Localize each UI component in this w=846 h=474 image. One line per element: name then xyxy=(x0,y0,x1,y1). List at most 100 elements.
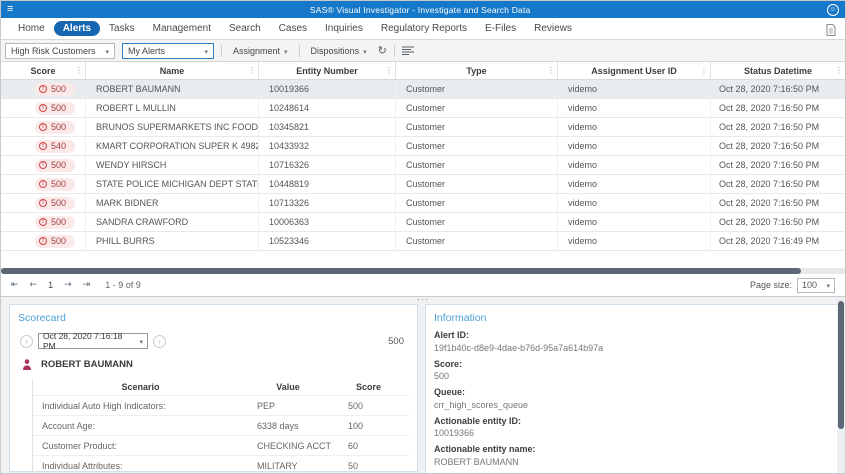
score-badge: 500 xyxy=(34,196,75,210)
column-header-score[interactable]: Score xyxy=(1,62,86,79)
information-title: Information xyxy=(434,312,487,324)
table-row[interactable]: 500 BRUNOS SUPERMARKETS INC FOOD WORLD 3… xyxy=(1,118,845,137)
divider xyxy=(393,44,395,57)
vertical-scrollbar[interactable] xyxy=(837,297,845,473)
chevron-down-icon xyxy=(359,46,367,56)
user-avatar-icon[interactable] xyxy=(827,3,839,16)
scorecard-col-value: Value xyxy=(276,382,300,392)
score-badge: 500 xyxy=(34,101,75,115)
scorecard-next-button[interactable] xyxy=(153,334,166,348)
view-select[interactable]: My Alerts xyxy=(122,42,214,59)
column-header-type[interactable]: Type xyxy=(396,62,558,79)
score-badge: 500 xyxy=(34,120,75,134)
queue-select[interactable]: High Risk Customers xyxy=(5,42,115,59)
tab-search[interactable]: Search xyxy=(220,21,270,36)
scorecard-prev-button[interactable] xyxy=(20,334,33,348)
tab-e-files[interactable]: E-Files xyxy=(476,21,525,36)
customer-entity-icon xyxy=(22,359,32,370)
tab-home[interactable]: Home xyxy=(9,21,54,36)
score-badge: 500 xyxy=(34,234,75,248)
scorecard-col-scenario: Scenario xyxy=(121,382,160,392)
alert-icon xyxy=(38,237,47,245)
score-badge: 540 xyxy=(34,139,75,153)
table-empty-space xyxy=(1,251,845,268)
column-manager-icon[interactable] xyxy=(401,46,414,55)
dispositions-button[interactable]: Dispositions xyxy=(307,46,371,56)
alert-icon xyxy=(38,85,47,93)
divider xyxy=(221,44,222,57)
info-field-queue: Queue: crr_high_scores_queue xyxy=(434,387,529,410)
tab-management[interactable]: Management xyxy=(144,21,220,36)
tab-inquiries[interactable]: Inquiries xyxy=(316,21,372,36)
tab-reviews[interactable]: Reviews xyxy=(525,21,581,36)
table-row[interactable]: 540 KMART CORPORATION SUPER K 4982 10433… xyxy=(1,137,845,156)
splitter-handle[interactable] xyxy=(417,294,429,304)
alert-icon xyxy=(38,180,47,188)
row-range-text: 1 - 9 of 9 xyxy=(105,280,141,290)
first-page-button[interactable] xyxy=(11,280,19,290)
horizontal-scrollbar[interactable] xyxy=(1,268,845,274)
detail-pane: Scorecard Oct 28, 2020 7:16:18 PM 500 RO… xyxy=(1,294,845,473)
scorecard-row: Individual Auto High Indicators: PEP 500 xyxy=(33,395,409,415)
column-menu-icon[interactable] xyxy=(385,66,393,75)
next-page-button[interactable] xyxy=(64,280,72,290)
alert-icon xyxy=(38,104,47,112)
column-menu-icon[interactable] xyxy=(547,66,555,75)
column-menu-icon[interactable] xyxy=(248,66,256,75)
info-field-score: Score: 500 xyxy=(434,358,463,382)
scorecard-datetime-select[interactable]: Oct 28, 2020 7:16:18 PM xyxy=(38,331,148,351)
tab-alerts[interactable]: Alerts xyxy=(53,21,101,36)
column-header-status-datetime[interactable]: Status Datetime xyxy=(711,62,845,79)
previous-page-button[interactable] xyxy=(30,280,38,290)
alert-icon xyxy=(38,142,47,150)
scorecard-panel: Scorecard Oct 28, 2020 7:16:18 PM 500 RO… xyxy=(9,304,418,473)
column-header-name[interactable]: Name xyxy=(86,62,259,79)
column-menu-icon[interactable] xyxy=(835,66,843,75)
chevron-down-icon xyxy=(101,46,109,56)
chevron-down-icon xyxy=(822,280,830,290)
page-size-select[interactable]: 100 xyxy=(797,277,835,293)
chevron-down-icon xyxy=(200,46,208,56)
assignment-button[interactable]: Assignment xyxy=(229,46,292,56)
alerts-table-body: 500 ROBERT BAUMANN 10019366 Customer vid… xyxy=(1,80,845,251)
alert-icon xyxy=(38,218,47,226)
application-bar: SAS® Visual Investigator - Investigate a… xyxy=(1,1,845,18)
score-badge: 500 xyxy=(34,158,75,172)
alert-icon xyxy=(38,161,47,169)
table-row[interactable]: 500 WENDY HIRSCH 10716326 Customer videm… xyxy=(1,156,845,175)
scorecard-col-score: Score xyxy=(355,382,381,392)
main-nav: Home Alerts Tasks Management Search Case… xyxy=(1,18,845,40)
app-window: SAS® Visual Investigator - Investigate a… xyxy=(0,0,846,474)
document-icon[interactable] xyxy=(826,23,836,41)
chevron-down-icon xyxy=(135,336,143,346)
tab-tasks[interactable]: Tasks xyxy=(100,21,144,36)
table-row[interactable]: 500 PHILL BURRS 10523346 Customer videmo… xyxy=(1,232,845,251)
table-row[interactable]: 500 MARK BIDNER 10713326 Customer videmo… xyxy=(1,194,845,213)
score-badge: 500 xyxy=(34,82,75,96)
tab-cases[interactable]: Cases xyxy=(270,21,316,36)
scorecard-table: Scenario Value Score Individual Auto Hig… xyxy=(32,379,409,473)
scorecard-row: Account Age: 6338 days 100 xyxy=(33,415,409,435)
alert-icon xyxy=(38,199,47,207)
score-badge: 500 xyxy=(34,177,75,191)
scorecard-total-score: 500 xyxy=(388,335,404,347)
scrollbar-thumb[interactable] xyxy=(1,268,801,274)
column-menu-icon[interactable] xyxy=(75,66,83,75)
info-field-actionable-entity-name: Actionable entity name: ROBERT BAUMANN xyxy=(434,444,536,467)
divider xyxy=(298,44,300,57)
tab-regulatory-reports[interactable]: Regulatory Reports xyxy=(372,21,476,36)
column-menu-icon[interactable] xyxy=(700,66,708,75)
table-row[interactable]: 500 ROBERT BAUMANN 10019366 Customer vid… xyxy=(1,80,845,99)
scorecard-title: Scorecard xyxy=(18,312,66,324)
column-header-entity-number[interactable]: Entity Number xyxy=(259,62,396,79)
table-row[interactable]: 500 STATE POLICE MICHIGAN DEPT STATE POL… xyxy=(1,175,845,194)
refresh-icon[interactable] xyxy=(378,44,387,57)
table-row[interactable]: 500 ROBERT L MULLIN 10248614 Customer vi… xyxy=(1,99,845,118)
table-row[interactable]: 500 SANDRA CRAWFORD 10006363 Customer vi… xyxy=(1,213,845,232)
app-title: SAS® Visual Investigator - Investigate a… xyxy=(309,4,531,15)
scorecard-row: Customer Product: CHECKING ACCT 60 xyxy=(33,435,409,455)
scorecard-entity-name: ROBERT BAUMANN xyxy=(41,359,133,370)
scrollbar-thumb[interactable] xyxy=(838,301,844,429)
last-page-button[interactable] xyxy=(83,280,91,290)
column-header-assignment-user-id[interactable]: Assignment User ID xyxy=(558,62,711,79)
